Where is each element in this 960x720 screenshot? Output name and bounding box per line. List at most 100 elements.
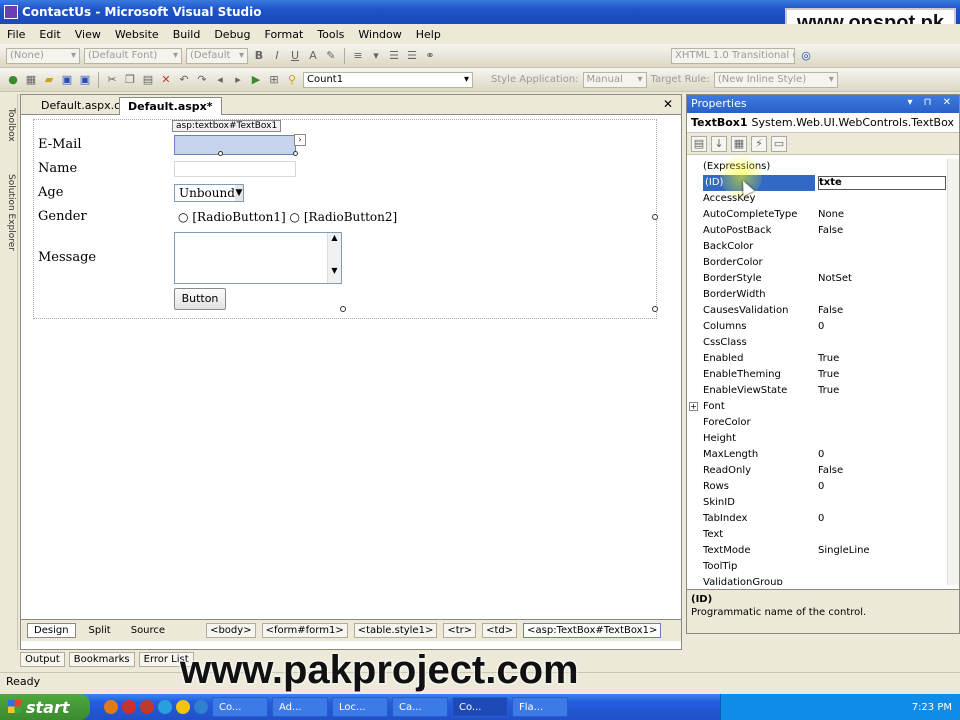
block-format-combo[interactable]: (None) ▾	[6, 47, 80, 64]
property-row[interactable]: Height	[687, 431, 949, 447]
tab-design[interactable]: Design	[27, 623, 76, 638]
align-dropdown-icon[interactable]: ▾	[369, 49, 383, 63]
property-row[interactable]: Enabled True	[687, 351, 949, 367]
tab-output[interactable]: Output	[20, 651, 65, 667]
submit-button[interactable]: Button	[174, 288, 226, 310]
highlight-icon[interactable]: ✎	[324, 49, 338, 63]
property-row[interactable]: Columns 0	[687, 319, 949, 335]
bullet-list-icon[interactable]: ☰	[405, 49, 419, 63]
menu-debug[interactable]: Debug	[207, 28, 257, 41]
breadcrumb-tr[interactable]: <tr>	[443, 623, 477, 638]
browser-icon[interactable]	[158, 700, 172, 714]
opera-icon[interactable]	[122, 700, 136, 714]
property-row[interactable]: BackColor	[687, 239, 949, 255]
menu-edit[interactable]: Edit	[32, 28, 67, 41]
navigate-back-icon[interactable]: ◂	[213, 73, 227, 87]
menu-format[interactable]: Format	[258, 28, 311, 41]
save-icon[interactable]: ▣	[60, 73, 74, 87]
menu-tools[interactable]: Tools	[310, 28, 351, 41]
app-icon[interactable]	[140, 700, 154, 714]
taskbar-item[interactable]: Ca...	[392, 697, 448, 717]
id-value-input[interactable]: txte	[818, 176, 946, 190]
delete-icon[interactable]: ✕	[159, 73, 173, 87]
toolbox-tab[interactable]: Toolbox	[2, 108, 16, 142]
property-row[interactable]: AutoCompleteType None	[687, 207, 949, 223]
panel-controls-icon[interactable]: ▾ ⊓ ✕	[907, 97, 955, 108]
property-row[interactable]: AccessKey	[687, 191, 949, 207]
bold-button[interactable]: B	[252, 49, 266, 63]
name-textbox[interactable]	[174, 161, 296, 177]
menu-help[interactable]: Help	[409, 28, 448, 41]
navigate-forward-icon[interactable]: ▸	[231, 73, 245, 87]
age-dropdown[interactable]: Unbound ▼	[174, 184, 244, 202]
messenger-icon[interactable]	[176, 700, 190, 714]
breadcrumb-body[interactable]: <body>	[206, 623, 256, 638]
property-row-font[interactable]: + Font	[687, 399, 949, 415]
property-row[interactable]: BorderColor	[687, 255, 949, 271]
resize-handle[interactable]	[218, 151, 223, 156]
radio-circle-icon[interactable]: ○	[178, 210, 188, 224]
target-rule-combo[interactable]: (New Inline Style) ▾	[713, 71, 838, 88]
start-button[interactable]: start	[0, 694, 90, 720]
breadcrumb-textbox[interactable]: <asp:TextBox#TextBox1>	[523, 623, 662, 638]
events-icon[interactable]: ⚡	[751, 135, 767, 152]
alphabetical-icon[interactable]: ↓	[711, 135, 727, 152]
menu-window[interactable]: Window	[351, 28, 408, 41]
save-all-icon[interactable]: ▣	[78, 73, 92, 87]
smart-tag-icon[interactable]: ›	[294, 134, 306, 146]
tab-source[interactable]: Source	[124, 623, 172, 638]
clock[interactable]: 7:23 PM	[912, 702, 952, 713]
property-row[interactable]: EnableTheming True	[687, 367, 949, 383]
breadcrumb-form[interactable]: <form#form1>	[261, 623, 348, 638]
property-row[interactable]: ReadOnly False	[687, 463, 949, 479]
find-in-files-icon[interactable]: ⚲	[285, 73, 299, 87]
cut-icon[interactable]: ✂	[105, 73, 119, 87]
resize-handle[interactable]	[652, 306, 658, 312]
redo-icon[interactable]: ↷	[195, 73, 209, 87]
property-row[interactable]: EnableViewState True	[687, 383, 949, 399]
property-row[interactable]: BorderStyle NotSet	[687, 271, 949, 287]
font-color-icon[interactable]: A	[306, 49, 320, 63]
taskbar-item[interactable]: Fla...	[512, 697, 568, 717]
expand-plus-icon[interactable]: +	[689, 402, 698, 411]
validation-icon[interactable]: ◎	[799, 49, 813, 63]
style-application-combo[interactable]: Manual ▾	[582, 71, 647, 88]
resize-handle[interactable]	[652, 214, 658, 220]
new-project-icon[interactable]: ●	[6, 73, 20, 87]
object-selector[interactable]: TextBox1 System.Web.UI.WebControls.TextBo…	[687, 113, 959, 133]
solution-explorer-tab[interactable]: Solution Explorer	[2, 174, 16, 251]
underline-button[interactable]: U	[288, 49, 302, 63]
resize-handle[interactable]	[340, 306, 346, 312]
doctype-combo[interactable]: XHTML 1.0 Transitional (▾	[671, 47, 795, 64]
property-row[interactable]: TextMode SingleLine	[687, 543, 949, 559]
tab-bookmarks[interactable]: Bookmarks	[68, 651, 135, 667]
radio-button-2[interactable]: [RadioButton2]	[304, 210, 397, 224]
categorized-icon[interactable]: ▤	[691, 135, 707, 152]
menu-build[interactable]: Build	[166, 28, 208, 41]
radio-circle-icon[interactable]: ○	[290, 210, 300, 224]
taskbar-item[interactable]: Co...	[452, 697, 508, 717]
align-left-icon[interactable]: ≡	[351, 49, 365, 63]
property-row[interactable]: ForeColor	[687, 415, 949, 431]
property-row[interactable]: Rows 0	[687, 479, 949, 495]
open-file-icon[interactable]: ▰	[42, 73, 56, 87]
add-item-icon[interactable]: ▦	[24, 73, 38, 87]
menu-view[interactable]: View	[68, 28, 108, 41]
breadcrumb-table[interactable]: <table.style1>	[353, 623, 438, 638]
numbered-list-icon[interactable]: ☰	[387, 49, 401, 63]
property-row[interactable]: CssClass	[687, 335, 949, 351]
font-combo[interactable]: (Default Font) ▾	[84, 47, 182, 64]
firefox-icon[interactable]	[104, 700, 118, 714]
email-textbox[interactable]	[174, 135, 296, 155]
breadcrumb-td[interactable]: <td>	[482, 623, 518, 638]
property-row[interactable]: ToolTip	[687, 559, 949, 575]
resize-handle[interactable]	[293, 151, 298, 156]
start-debugging-icon[interactable]: ▶	[249, 73, 263, 87]
close-document-icon[interactable]: ✕	[663, 97, 673, 111]
find-combo[interactable]: Count1 ▾	[303, 71, 473, 88]
ie-icon[interactable]	[194, 700, 208, 714]
font-size-combo[interactable]: (Default ▾	[186, 47, 248, 64]
tab-default-aspx[interactable]: Default.aspx*	[119, 97, 222, 115]
message-textarea[interactable]: ▲ ▼	[174, 232, 342, 284]
property-grid-scrollbar[interactable]	[947, 159, 959, 585]
